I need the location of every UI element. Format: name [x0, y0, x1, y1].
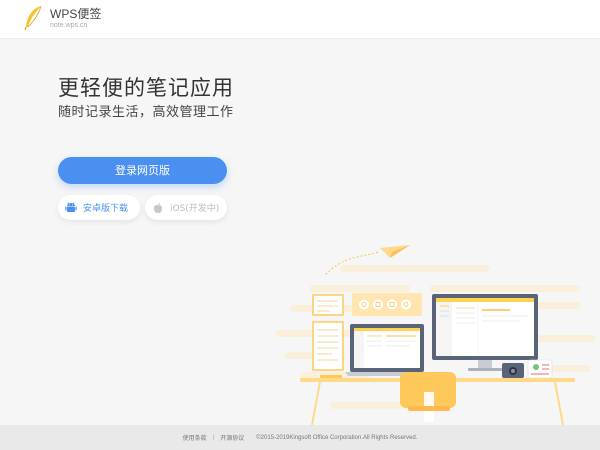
login-web-button[interactable]: 登录网页版 — [58, 157, 227, 184]
license-link[interactable]: 开源协议 — [220, 433, 244, 442]
android-icon — [65, 201, 77, 212]
hero-subline: 随时记录生活，高效管理工作 — [58, 105, 234, 120]
logo-title[interactable]: WPS便签 — [50, 7, 101, 21]
wall-note-cards — [312, 294, 344, 371]
footer-separator: | — [212, 434, 215, 441]
desktop-monitor — [432, 294, 538, 371]
hero-headline: 更轻便的笔记应用 — [58, 76, 234, 100]
android-download-label: 安卓版下载 — [83, 204, 129, 214]
logo-domain: note.wps.cn — [50, 22, 88, 29]
feather-logo-icon[interactable] — [24, 5, 44, 31]
ios-download-button[interactable]: iOS(开发中) — [145, 195, 227, 220]
top-header: WPS便签 note.wps.cn — [0, 0, 600, 39]
ios-download-label: iOS(开发中) — [170, 204, 220, 214]
terms-link[interactable]: 使用条款 — [183, 433, 207, 442]
page-footer: 使用条款 | 开源协议 ©2015-2019Kingsoft Office Co… — [0, 425, 600, 450]
icon-toolbar-card — [352, 293, 422, 316]
android-download-button[interactable]: 安卓版下载 — [58, 195, 140, 220]
laptop — [345, 324, 429, 376]
apple-icon — [154, 202, 162, 213]
desk-chair — [400, 372, 456, 422]
desk-illustration — [275, 245, 595, 425]
copyright-text: ©2015-2019Kingsoft Office Corporation.Al… — [256, 434, 418, 441]
